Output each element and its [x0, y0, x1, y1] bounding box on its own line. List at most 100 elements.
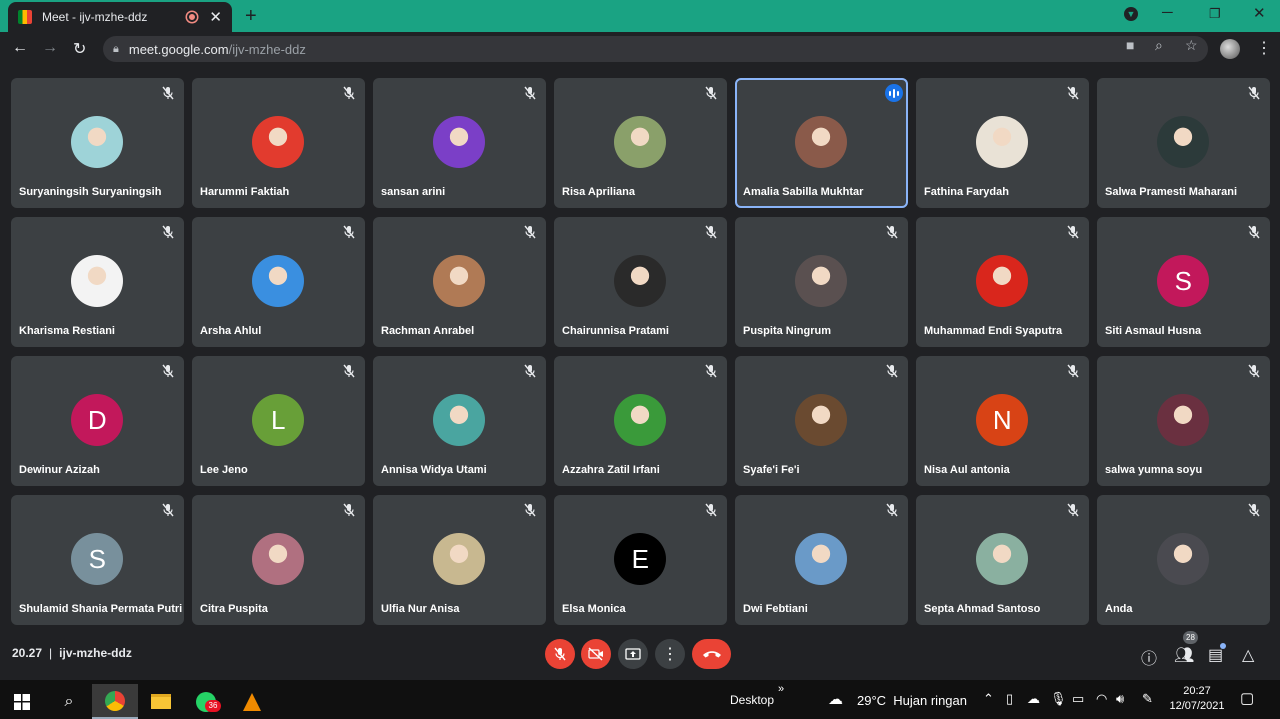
taskbar-file-explorer[interactable]: [139, 684, 183, 719]
present-screen-button[interactable]: [618, 639, 648, 669]
pen-icon[interactable]: ✎: [1142, 691, 1153, 707]
meeting-details-icon[interactable]: ⓘ: [1141, 645, 1157, 669]
participant-tile[interactable]: Azzahra Zatil Irfani: [554, 356, 727, 486]
participant-name: Muhammad Endi Syaputra: [924, 325, 1063, 337]
tab-search-icon[interactable]: ▼: [1124, 7, 1138, 21]
participant-tile[interactable]: Dwi Febtiani: [735, 495, 908, 625]
participant-tile[interactable]: Amalia Sabilla Mukhtar: [735, 78, 908, 208]
participant-tile[interactable]: Citra Puspita: [192, 495, 365, 625]
notifications-icon[interactable]: ▢: [1240, 689, 1254, 707]
participant-tile[interactable]: Salwa Pramesti Maharani: [1097, 78, 1270, 208]
taskbar-chrome[interactable]: [92, 684, 138, 719]
participant-avatar: [71, 116, 124, 168]
search-button[interactable]: ⌕: [47, 684, 91, 719]
participant-tile[interactable]: Septa Ahmad Santoso: [916, 495, 1089, 625]
address-bar[interactable]: 🔒︎ meet.google.com/ijv-mzhe-ddz: [103, 36, 1208, 62]
microphone-tray-icon[interactable]: 🎙︎: [1050, 691, 1067, 707]
volume-icon[interactable]: 🔊︎: [1116, 691, 1124, 707]
restore-icon[interactable]: ❐: [1209, 6, 1221, 22]
leave-call-button[interactable]: [692, 639, 731, 669]
desktop-toolbar-label[interactable]: Desktop: [730, 693, 774, 707]
back-icon[interactable]: ←: [12, 39, 28, 57]
participant-name: Rachman Anrabel: [381, 325, 475, 337]
participant-avatar: [433, 533, 486, 585]
toolbar-expand-chevron[interactable]: »: [778, 683, 784, 695]
participant-tile[interactable]: Annisa Widya Utami: [373, 356, 546, 486]
start-button[interactable]: [0, 684, 44, 719]
battery-icon[interactable]: ▭: [1072, 691, 1084, 707]
participant-tile[interactable]: S Shulamid Shania Permata Putri: [11, 495, 184, 625]
zoom-icon[interactable]: ⌕: [1155, 37, 1163, 54]
browser-tab[interactable]: Meet - ijv-mzhe-ddz ✕: [8, 2, 232, 32]
participant-name: Risa Apriliana: [562, 186, 635, 198]
meet-tray-icon[interactable]: ▯: [1006, 691, 1013, 707]
participant-name: Elsa Monica: [562, 603, 626, 615]
muted-mic-icon: [1247, 225, 1261, 239]
meeting-time: 20.27: [12, 646, 43, 660]
participant-tile[interactable]: Fathina Farydah: [916, 78, 1089, 208]
camera-in-use-icon[interactable]: ■: [1126, 37, 1134, 53]
url-path: /ijv-mzhe-ddz: [228, 41, 306, 57]
bookmark-star-icon[interactable]: ☆: [1185, 37, 1198, 54]
participant-tile[interactable]: salwa yumna soyu: [1097, 356, 1270, 486]
participant-avatar: [795, 533, 848, 585]
new-tab-button[interactable]: +: [245, 5, 257, 28]
show-hidden-icons-icon[interactable]: ⌃: [983, 691, 994, 707]
participant-tile[interactable]: Anda: [1097, 495, 1270, 625]
profile-avatar[interactable]: [1220, 39, 1240, 59]
browser-navbar: ← → ↻ 🔒︎ meet.google.com/ijv-mzhe-ddz ■ …: [0, 32, 1280, 66]
taskbar-vlc[interactable]: [230, 684, 274, 719]
participant-name: Septa Ahmad Santoso: [924, 603, 1041, 615]
participant-tile[interactable]: N Nisa Aul antonia: [916, 356, 1089, 486]
weather-cloud-icon[interactable]: ☁: [828, 690, 843, 708]
participant-avatar: E: [614, 533, 667, 585]
participant-tile[interactable]: Risa Apriliana: [554, 78, 727, 208]
muted-mic-icon: [704, 225, 718, 239]
participant-tile[interactable]: Rachman Anrabel: [373, 217, 546, 347]
participant-name: Dewinur Azizah: [19, 464, 100, 476]
participant-tile[interactable]: Syafe'i Fe'i: [735, 356, 908, 486]
participant-name: Dwi Febtiani: [743, 603, 808, 615]
activities-icon[interactable]: △: [1242, 645, 1254, 665]
minimize-icon[interactable]: ─: [1162, 4, 1173, 21]
muted-mic-icon: [1066, 86, 1080, 100]
windows-taskbar: ⌕ 36 Desktop » ☁ 29°C Hujan ringan ⌃ ▯ ☁…: [0, 680, 1280, 719]
participant-tile[interactable]: Harummi Faktiah: [192, 78, 365, 208]
system-clock[interactable]: 20:27 12/07/2021: [1168, 684, 1226, 714]
people-icon[interactable]: 👥︎: [1174, 645, 1194, 665]
participant-tile[interactable]: Chairunnisa Pratami: [554, 217, 727, 347]
participant-tile[interactable]: Kharisma Restiani: [11, 217, 184, 347]
browser-menu-icon[interactable]: ⋮: [1256, 38, 1272, 58]
participant-avatar: [976, 533, 1029, 585]
camera-toggle-button[interactable]: [581, 639, 611, 669]
participant-tile[interactable]: Suryaningsih Suryaningsih: [11, 78, 184, 208]
close-window-icon[interactable]: ✕: [1253, 4, 1266, 22]
participant-tile[interactable]: S Siti Asmaul Husna: [1097, 217, 1270, 347]
more-options-button[interactable]: ⋮: [655, 639, 685, 669]
participant-tile[interactable]: sansan arini: [373, 78, 546, 208]
participant-avatar: [71, 255, 124, 307]
participant-tile[interactable]: E Elsa Monica: [554, 495, 727, 625]
meet-favicon-icon: [18, 10, 32, 24]
microphone-toggle-button[interactable]: [545, 639, 575, 669]
participant-name: Azzahra Zatil Irfani: [562, 464, 660, 476]
participant-tile[interactable]: D Dewinur Azizah: [11, 356, 184, 486]
participant-avatar: [795, 116, 848, 168]
participant-tile[interactable]: Muhammad Endi Syaputra: [916, 217, 1089, 347]
weather-text[interactable]: 29°C Hujan ringan: [857, 693, 967, 708]
forward-icon[interactable]: →: [42, 39, 58, 57]
onedrive-icon[interactable]: ☁: [1027, 691, 1040, 707]
reload-icon[interactable]: ↻: [73, 39, 86, 59]
participant-tile[interactable]: Ulfia Nur Anisa: [373, 495, 546, 625]
muted-mic-icon: [342, 503, 356, 517]
clock-date: 12/07/2021: [1169, 700, 1225, 712]
wifi-icon[interactable]: ◠: [1096, 691, 1107, 707]
participant-avatar: [614, 255, 667, 307]
participant-tile[interactable]: L Lee Jeno: [192, 356, 365, 486]
url-host: meet.google.com: [128, 41, 229, 57]
participant-avatar: [795, 255, 848, 307]
participant-tile[interactable]: Arsha Ahlul: [192, 217, 365, 347]
close-tab-icon[interactable]: ✕: [209, 8, 222, 26]
muted-mic-icon: [161, 364, 175, 378]
participant-tile[interactable]: Puspita Ningrum: [735, 217, 908, 347]
